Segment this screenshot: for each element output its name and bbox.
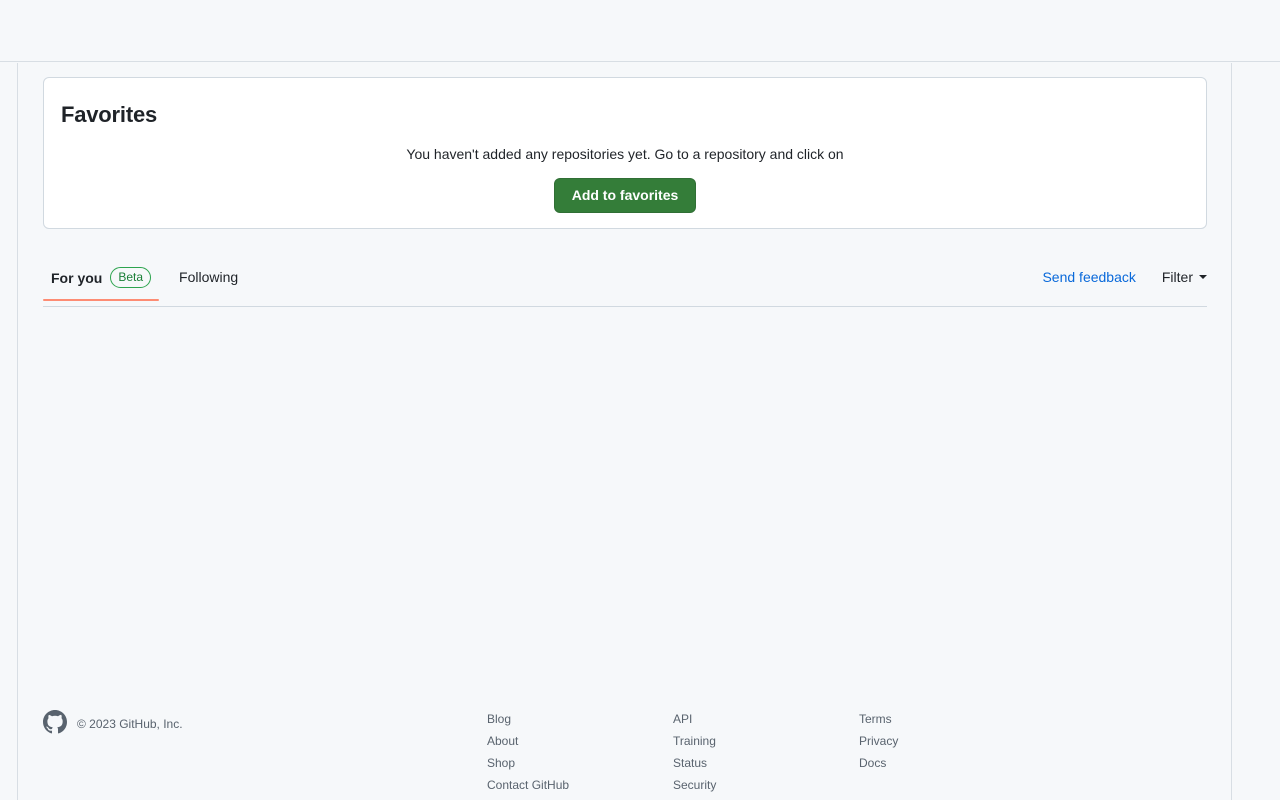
folder-avatar-icon (1231, 485, 1232, 505)
timeline-item[interactable] (1231, 274, 1232, 325)
app-frame: Favorites You haven't added any reposito… (17, 63, 1232, 800)
tab-for-you[interactable]: For you Beta (43, 267, 160, 301)
footer-link-blog[interactable]: Blog (487, 708, 673, 730)
star-icon (1231, 539, 1232, 557)
favorites-empty-message: You haven't added any repositories yet. … (406, 146, 844, 162)
tab-following-label: Following (179, 269, 239, 285)
footer-link-terms[interactable]: Terms (859, 708, 1045, 730)
footer-copyright: © 2023 GitHub, Inc. (77, 717, 183, 731)
footer-link-training[interactable]: Training (673, 730, 859, 752)
letter-f-avatar-icon: F (1231, 377, 1232, 397)
node-hexagon-avatar-icon (1231, 593, 1232, 613)
footer-brand: © 2023 GitHub, Inc. (43, 708, 487, 737)
main-column: Favorites You haven't added any reposito… (43, 77, 1207, 307)
feed-header: For you Beta Following Send feedback Fil… (43, 267, 1207, 307)
dashboard-page: Favorites You haven't added any reposito… (18, 63, 1231, 800)
feed-tablist: For you Beta Following (43, 267, 246, 301)
star-icon (1231, 431, 1232, 449)
favorites-empty-state: You haven't added any repositories yet. … (44, 144, 1206, 213)
explore-repositories-section: Explore repositories F The 5 (1231, 338, 1232, 682)
explore-repo-item[interactable]: Build 2 (1231, 467, 1232, 575)
latest-changes-timeline (1231, 121, 1232, 306)
footer-column-3: Terms Privacy Docs (859, 708, 1045, 774)
star-icon (1231, 647, 1232, 665)
favorites-title: Favorites (61, 102, 158, 127)
send-feedback-link[interactable]: Send feedback (1042, 269, 1135, 285)
explore-repositories-heading: Explore repositories (1231, 338, 1232, 359)
footer-column-1: Blog About Shop Contact GitHub (487, 708, 673, 796)
explore-repo-item[interactable]: Node 9 (1231, 575, 1232, 682)
timeline-item[interactable] (1231, 172, 1232, 223)
footer-link-api[interactable]: API (673, 708, 859, 730)
footer-link-docs[interactable]: Docs (859, 752, 1045, 774)
explore-repo-stars: 5 (1231, 431, 1232, 449)
explore-repo-description: Node (1231, 621, 1232, 639)
filter-button[interactable]: Filter (1162, 269, 1207, 285)
right-sidebar: Latest changes (1231, 83, 1232, 682)
chevron-down-icon (1199, 275, 1207, 279)
top-blank-strip (0, 0, 1280, 62)
feed-actions: Send feedback Filter (1042, 269, 1207, 285)
favorites-card: Favorites You haven't added any reposito… (43, 77, 1207, 229)
beta-badge: Beta (110, 267, 152, 288)
explore-repo-stars: 9 (1231, 647, 1232, 665)
footer-link-shop[interactable]: Shop (487, 752, 673, 774)
footer-link-status[interactable]: Status (673, 752, 859, 774)
footer-link-contact-github[interactable]: Contact GitHub (487, 774, 673, 796)
filter-button-label: Filter (1161, 269, 1193, 285)
explore-repo-description: The (1231, 405, 1232, 423)
footer-column-2: API Training Status Security (673, 708, 859, 796)
footer-link-privacy[interactable]: Privacy (859, 730, 1045, 752)
github-logo-icon (43, 710, 67, 737)
timeline-item[interactable] (1231, 121, 1232, 172)
latest-changes-heading: Latest changes (1231, 83, 1232, 104)
tab-for-you-label: For you (51, 269, 103, 286)
explore-repo-stars: 2 (1231, 539, 1232, 557)
page-footer: © 2023 GitHub, Inc. Blog About Shop Cont… (43, 708, 1207, 796)
timeline-item[interactable] (1231, 223, 1232, 274)
footer-link-security[interactable]: Security (673, 774, 859, 796)
add-to-favorites-button[interactable]: Add to favorites (553, 178, 697, 213)
footer-link-about[interactable]: About (487, 730, 673, 752)
explore-repo-description: Build (1231, 513, 1232, 531)
explore-repo-item[interactable]: F The 5 (1231, 359, 1232, 467)
tab-following[interactable]: Following (171, 267, 246, 299)
avatar-initial: F (1231, 379, 1232, 394)
